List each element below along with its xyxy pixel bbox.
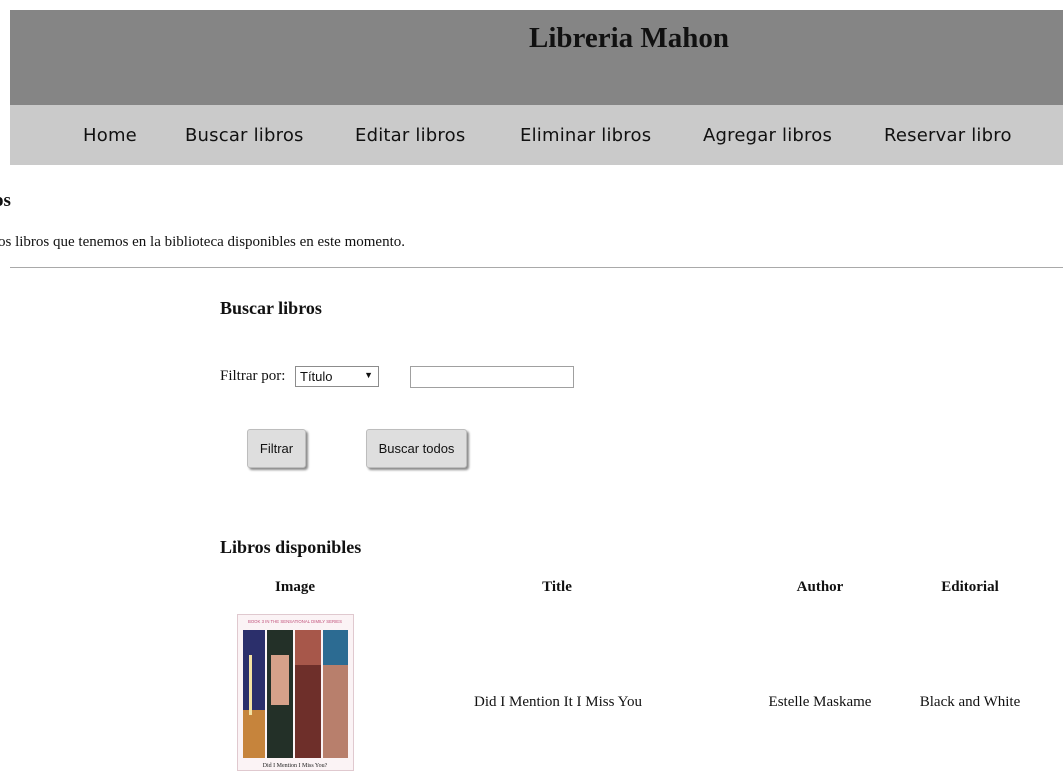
dropdown-arrow-icon: ▼	[364, 370, 373, 380]
book-title-cell: Did I Mention It I Miss You	[474, 694, 642, 710]
filter-input[interactable]	[410, 366, 574, 388]
book-author-cell: Estelle Maskame	[768, 694, 872, 710]
nav-buscar-libros[interactable]: Buscar libros	[185, 125, 304, 146]
nav-home[interactable]: Home	[83, 125, 137, 146]
nav-reservar-libro[interactable]: Reservar libro	[884, 125, 1012, 146]
book-cover-art: BOOK 3 IN THE SENSATIONAL DIMILY SERIES …	[238, 615, 353, 770]
column-header-author: Author	[796, 579, 844, 595]
cover-bottom-text: Did I Mention I Miss You?	[263, 763, 328, 769]
nav-agregar-libros[interactable]: Agregar libros	[703, 125, 832, 146]
book-cover-image: BOOK 3 IN THE SENSATIONAL DIMILY SERIES …	[237, 614, 354, 771]
nav-eliminar-libros[interactable]: Eliminar libros	[520, 125, 651, 146]
search-all-button[interactable]: Buscar todos	[366, 429, 467, 468]
filter-select-value: Título	[300, 369, 333, 384]
filter-select[interactable]: Título ▼	[295, 366, 379, 387]
search-title: Buscar libros	[220, 298, 322, 318]
filter-button[interactable]: Filtrar	[247, 429, 306, 468]
main-nav: Home Buscar libros Editar libros Elimina…	[10, 105, 1063, 165]
nav-editar-libros[interactable]: Editar libros	[355, 125, 465, 146]
column-header-image: Image	[275, 579, 315, 595]
results-title: Libros disponibles	[220, 537, 362, 557]
divider	[10, 267, 1063, 268]
filter-label: Filtrar por:	[220, 368, 286, 384]
site-header: Libreria Mahon	[10, 10, 1063, 105]
page-intro: os libros que tenemos en la biblioteca d…	[0, 234, 405, 250]
page-heading: os	[0, 190, 11, 211]
book-editorial-cell: Black and White	[919, 694, 1021, 710]
column-header-editorial: Editorial	[941, 579, 999, 595]
cover-series-text: BOOK 3 IN THE SENSATIONAL DIMILY SERIES	[248, 619, 342, 624]
site-title: Libreria Mahon	[529, 22, 730, 54]
column-header-title: Title	[542, 579, 572, 595]
